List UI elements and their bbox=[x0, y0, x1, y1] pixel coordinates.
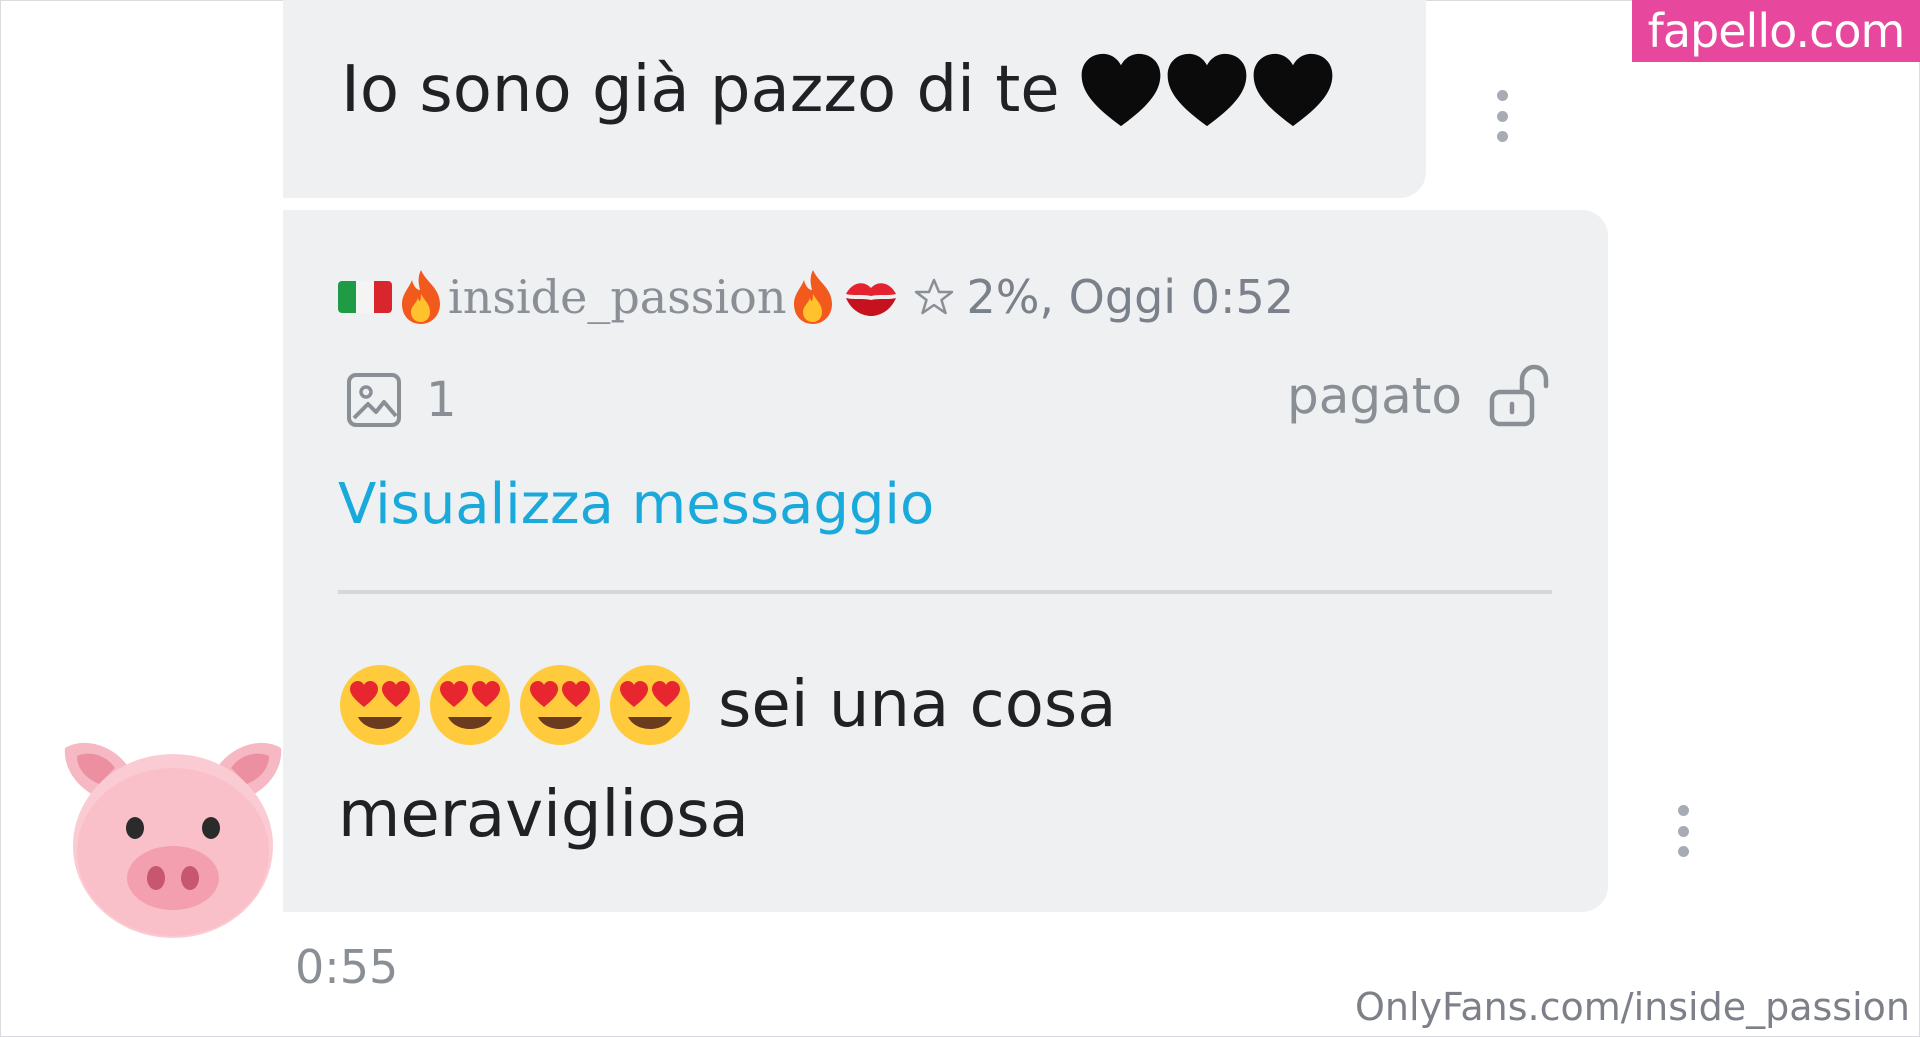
message-body-line: sei una cosa bbox=[338, 650, 1116, 760]
paid-label: pagato bbox=[1287, 367, 1462, 425]
message-body-line: meravigliosa bbox=[338, 760, 1116, 870]
previous-message-text-row: Io sono già pazzo di te bbox=[341, 52, 1334, 128]
black-hearts bbox=[1080, 52, 1334, 128]
kebab-dot-icon bbox=[1677, 805, 1689, 816]
message-text-line2: meravigliosa bbox=[338, 778, 749, 852]
media-count: 1 bbox=[426, 372, 457, 428]
heart-eyes-icon bbox=[520, 665, 600, 745]
kebab-dot-icon bbox=[1496, 90, 1508, 101]
heart-eyes-icon bbox=[430, 665, 510, 745]
message-text-line1: sei una cosa bbox=[718, 668, 1117, 742]
pig-face-icon[interactable] bbox=[55, 728, 291, 942]
italy-flag-icon bbox=[338, 281, 392, 313]
view-message-link[interactable]: Visualizza messaggio bbox=[338, 472, 934, 537]
message-body: sei una cosa meravigliosa bbox=[338, 650, 1116, 870]
fire-icon bbox=[794, 270, 833, 324]
black-heart-icon bbox=[1081, 53, 1161, 127]
fire-icon bbox=[402, 270, 440, 324]
current-message-options-button[interactable] bbox=[1668, 801, 1698, 861]
image-icon bbox=[347, 373, 401, 427]
kebab-dot-icon bbox=[1496, 110, 1508, 122]
sender-username[interactable]: inside_passion bbox=[448, 270, 786, 324]
watermark-top: fapello.com bbox=[1632, 0, 1920, 62]
sender-line: inside_passion 2%, Oggi 0:52 bbox=[338, 268, 1294, 326]
divider bbox=[338, 590, 1552, 594]
watermark-bottom: OnlyFans.com/inside_passion bbox=[1354, 985, 1910, 1029]
message-timestamp: 0:55 bbox=[295, 940, 399, 994]
unlock-icon bbox=[1489, 364, 1549, 427]
heart-eyes-icon bbox=[610, 665, 690, 745]
black-heart-icon bbox=[1253, 53, 1333, 127]
media-count-row: 1 bbox=[346, 372, 457, 428]
kiss-icon bbox=[846, 283, 897, 316]
previous-message-text: Io sono già pazzo di te bbox=[341, 53, 1060, 127]
previous-message-bubble: Io sono già pazzo di te bbox=[283, 0, 1426, 198]
black-heart-icon bbox=[1167, 53, 1247, 127]
heart-eyes-icon bbox=[340, 665, 420, 745]
previous-message-options-button[interactable] bbox=[1487, 86, 1517, 146]
kebab-dot-icon bbox=[1496, 131, 1508, 142]
star-icon bbox=[915, 278, 954, 315]
kebab-dot-icon bbox=[1677, 825, 1689, 837]
heart-eyes-emojis bbox=[338, 663, 692, 747]
current-message-bubble: inside_passion 2%, Oggi 0:52 1 pagato Vi… bbox=[283, 210, 1608, 912]
message-meta: 2%, Oggi 0:52 bbox=[966, 270, 1294, 324]
kebab-dot-icon bbox=[1677, 846, 1689, 857]
paid-status: pagato bbox=[1287, 364, 1550, 428]
